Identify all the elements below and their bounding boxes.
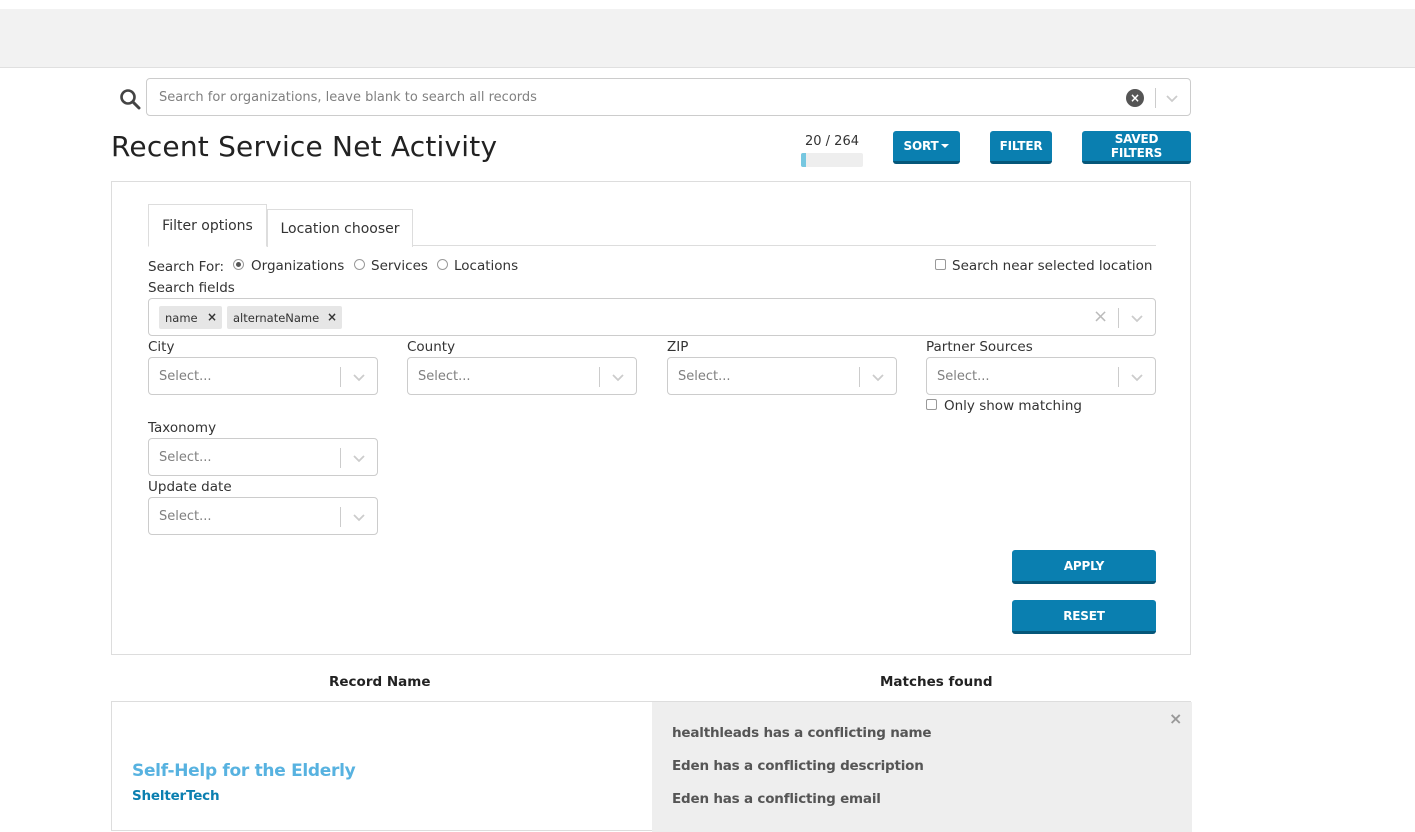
city-placeholder: Select...	[159, 369, 212, 384]
chip-alternatename-label: alternateName	[233, 310, 320, 325]
zip-select[interactable]: Select...	[667, 357, 897, 395]
record-name-link[interactable]: Self-Help for the Elderly	[132, 761, 356, 781]
record-card: Self-Help for the Elderly ShelterTech × …	[111, 701, 1192, 832]
chip-name: name ×	[159, 306, 222, 329]
search-fields-label: Search fields	[148, 280, 235, 296]
chevron-down-icon[interactable]	[351, 509, 367, 525]
radio-organizations[interactable]	[233, 259, 244, 270]
match-item[interactable]: Eden has a conflicting description	[672, 758, 924, 774]
matches-found-header: Matches found	[880, 674, 993, 690]
results-progress-bar	[801, 153, 863, 167]
chevron-down-icon[interactable]	[610, 369, 626, 385]
filter-button[interactable]: FILTER	[990, 131, 1052, 164]
chevron-down-icon[interactable]	[351, 369, 367, 385]
county-label: County	[407, 339, 456, 355]
search-input[interactable]	[157, 79, 1117, 115]
saved-filters-button[interactable]: SAVED FILTERS	[1082, 131, 1191, 164]
match-item[interactable]: Eden has a conflicting email	[672, 791, 881, 807]
update-date-label: Update date	[148, 479, 232, 495]
reset-button[interactable]: RESET	[1012, 600, 1156, 634]
county-select[interactable]: Select...	[407, 357, 637, 395]
tab-location-chooser[interactable]: Location chooser	[267, 209, 413, 247]
divider	[340, 507, 341, 527]
clear-search-icon[interactable]: ×	[1126, 89, 1144, 107]
chevron-down-icon[interactable]	[1164, 90, 1180, 106]
zip-placeholder: Select...	[678, 369, 731, 384]
update-date-placeholder: Select...	[159, 509, 212, 524]
taxonomy-label: Taxonomy	[148, 420, 217, 436]
results-count: 20 / 264	[805, 134, 859, 149]
match-item[interactable]: healthleads has a conflicting name	[672, 725, 932, 741]
taxonomy-placeholder: Select...	[159, 450, 212, 465]
partner-sources-placeholder: Select...	[937, 369, 990, 384]
filter-tabs: Filter options Location chooser	[148, 204, 1156, 247]
chevron-down-icon[interactable]	[351, 450, 367, 466]
top-navbar	[0, 9, 1415, 68]
partner-sources-label: Partner Sources	[926, 339, 1033, 355]
radio-locations[interactable]	[437, 259, 448, 270]
divider	[1118, 367, 1119, 387]
apply-button[interactable]: APPLY	[1012, 550, 1156, 584]
county-placeholder: Select...	[418, 369, 471, 384]
caret-down-icon	[941, 144, 950, 148]
divider	[340, 367, 341, 387]
remove-chip-icon[interactable]: ×	[327, 310, 337, 324]
radio-locations-label: Locations	[454, 258, 519, 274]
search-icon	[120, 89, 141, 110]
matches-panel: × healthleads has a conflicting name Ede…	[652, 702, 1192, 832]
filter-panel: Filter options Location chooser Search F…	[111, 181, 1191, 655]
divider	[859, 367, 860, 387]
record-source-link[interactable]: ShelterTech	[132, 788, 220, 804]
tab-filter-options[interactable]: Filter options	[148, 204, 267, 247]
only-show-matching-label: Only show matching	[944, 398, 1082, 414]
partner-sources-select[interactable]: Select...	[926, 357, 1156, 395]
only-show-matching-checkbox[interactable]	[926, 399, 937, 410]
search-near-location-label: Search near selected location	[952, 258, 1153, 274]
divider	[599, 367, 600, 387]
radio-services[interactable]	[354, 259, 365, 270]
organization-search: ×	[119, 78, 1191, 116]
taxonomy-select[interactable]: Select...	[148, 438, 378, 476]
close-icon[interactable]: ×	[1169, 709, 1182, 728]
chip-name-label: name	[165, 310, 198, 325]
record-info: Self-Help for the Elderly ShelterTech	[112, 702, 652, 832]
record-name-header: Record Name	[329, 674, 431, 690]
page-title: Recent Service Net Activity	[111, 130, 498, 163]
sort-button[interactable]: SORT	[893, 131, 960, 164]
radio-services-label: Services	[371, 258, 428, 274]
zip-label: ZIP	[667, 339, 689, 355]
remove-chip-icon[interactable]: ×	[207, 310, 217, 324]
divider	[1155, 88, 1156, 108]
search-for-label: Search For:	[148, 259, 225, 275]
city-select[interactable]: Select...	[148, 357, 378, 395]
clear-all-icon[interactable]: ×	[1093, 306, 1108, 327]
update-date-select[interactable]: Select...	[148, 497, 378, 535]
search-near-location-checkbox[interactable]	[935, 259, 946, 270]
radio-organizations-label: Organizations	[251, 258, 345, 274]
divider	[340, 448, 341, 468]
search-select[interactable]: ×	[146, 78, 1191, 116]
chip-alternatename: alternateName ×	[227, 306, 342, 329]
chevron-down-icon[interactable]	[1129, 369, 1145, 385]
sort-button-label: SORT	[903, 139, 939, 153]
search-fields-select[interactable]: name × alternateName × ×	[148, 298, 1156, 336]
results-progress-fill	[801, 153, 806, 167]
city-label: City	[148, 339, 175, 355]
divider	[1118, 308, 1119, 328]
chevron-down-icon[interactable]	[870, 369, 886, 385]
chevron-down-icon[interactable]	[1129, 310, 1145, 326]
